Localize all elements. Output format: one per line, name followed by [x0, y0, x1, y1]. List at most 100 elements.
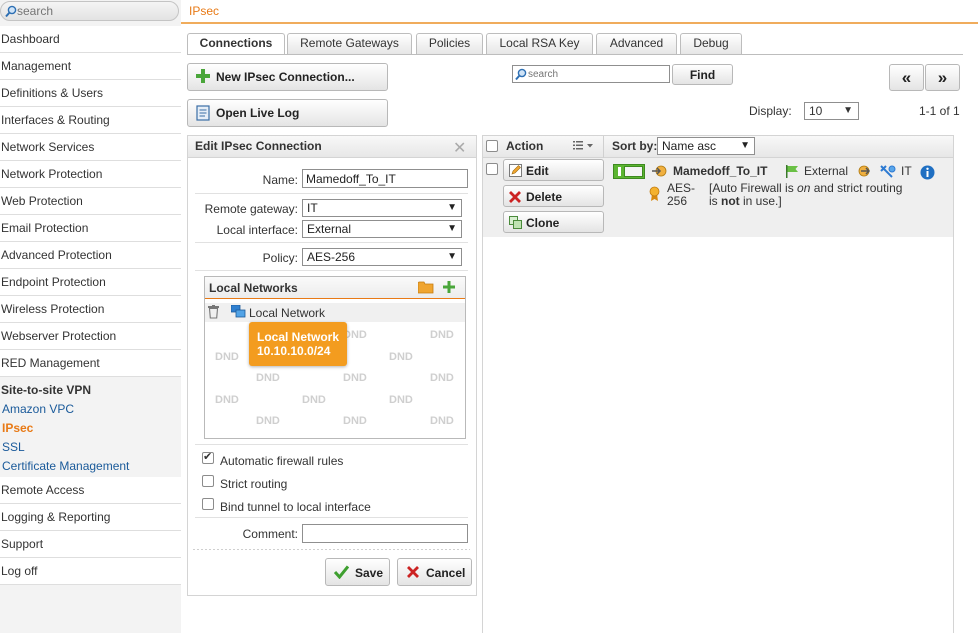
comment-field[interactable] — [302, 524, 468, 543]
edit-label: Edit — [526, 164, 549, 178]
delete-button[interactable]: Delete — [503, 185, 604, 207]
sort-select[interactable]: Name asc ▼ — [657, 137, 755, 155]
new-ipsec-connection-button[interactable]: New IPsec Connection... — [187, 63, 388, 91]
sidebar-item-endpoint-protection[interactable]: Endpoint Protection — [0, 269, 181, 296]
new-ipsec-connection-label: New IPsec Connection... — [216, 70, 355, 84]
sidebar-subitem-ipsec[interactable]: IPsec — [0, 419, 181, 438]
page-range: 1-1 of 1 — [919, 104, 960, 118]
close-icon[interactable]: ✕ — [453, 138, 466, 158]
connection-note: [Auto Firewall is on and strict routing … — [709, 182, 902, 208]
action-header: Action — [506, 139, 544, 153]
sidebar-item-wireless-protection[interactable]: Wireless Protection — [0, 296, 181, 323]
sidebar-item-email-protection[interactable]: Email Protection — [0, 215, 181, 242]
header-divider — [603, 136, 604, 158]
name-field[interactable] — [302, 169, 468, 188]
sidebar-item-web-protection[interactable]: Web Protection — [0, 188, 181, 215]
checkmark-icon — [333, 565, 350, 582]
cancel-button[interactable]: Cancel — [397, 558, 472, 586]
sidebar-item-management[interactable]: Management — [0, 53, 181, 80]
sidebar-item-red-management[interactable]: RED Management — [0, 350, 181, 377]
sidebar-item-log-off[interactable]: Log off — [0, 558, 181, 585]
divider — [195, 517, 468, 518]
tooltip-network-name: Local Network — [257, 330, 340, 344]
tab-policies[interactable]: Policies — [416, 33, 483, 54]
clone-icon — [509, 216, 522, 232]
delete-icon — [509, 191, 521, 206]
gateway-name: IT — [901, 164, 912, 178]
local-network-item-label: Local Network — [249, 306, 326, 320]
sidebar-item-network-services[interactable]: Network Services — [0, 134, 181, 161]
search-icon — [5, 5, 17, 21]
sidebar-search-input[interactable] — [17, 3, 167, 19]
interface-icon — [785, 165, 799, 181]
sidebar-item-logging-and-reporting[interactable]: Logging & Reporting — [0, 504, 181, 531]
close-icon — [407, 566, 419, 581]
dnd-placeholder: DND — [302, 394, 326, 406]
sidebar-item-interfaces-and-routing[interactable]: Interfaces & Routing — [0, 107, 181, 134]
open-live-log-button[interactable]: Open Live Log — [187, 99, 388, 127]
dropdown-arrow-icon: ▼ — [447, 202, 457, 213]
save-label: Save — [355, 566, 384, 580]
prev-page-button[interactable]: « — [889, 64, 924, 91]
sidebar-item-remote-access[interactable]: Remote Access — [0, 477, 181, 504]
connection-search-input[interactable] — [528, 67, 666, 81]
sidebar-item-advanced-protection[interactable]: Advanced Protection — [0, 242, 181, 269]
tab-advanced[interactable]: Advanced — [596, 33, 677, 54]
auto-firewall-checkbox[interactable] — [202, 450, 214, 464]
save-button[interactable]: Save — [325, 558, 390, 586]
remote-gateway-select[interactable]: IT ▼ — [302, 199, 462, 217]
display-count-value: 10 — [809, 104, 823, 118]
display-count-select[interactable]: 10 ▼ — [804, 102, 859, 120]
policy-label: Policy: — [262, 251, 298, 265]
trash-icon[interactable] — [208, 305, 219, 322]
divider — [195, 270, 468, 271]
dnd-placeholder: DND — [430, 329, 454, 341]
tab-connections[interactable]: Connections — [187, 33, 285, 55]
strict-routing-checkbox[interactable] — [202, 475, 214, 487]
select-all-checkbox[interactable] — [486, 140, 498, 152]
enable-toggle[interactable] — [613, 164, 645, 179]
sidebar-item-definitions-and-users[interactable]: Definitions & Users — [0, 80, 181, 107]
connection-name[interactable]: Mamedoff_To_IT — [673, 164, 767, 178]
clone-button[interactable]: Clone — [503, 211, 604, 233]
dnd-placeholder: DND — [389, 351, 413, 363]
next-page-button[interactable]: » — [925, 64, 960, 91]
sidebar-item-network-protection[interactable]: Network Protection — [0, 161, 181, 188]
tab-remote-gateways[interactable]: Remote Gateways — [287, 33, 412, 54]
bind-tunnel-checkbox[interactable] — [202, 498, 214, 510]
header-divider — [181, 22, 978, 24]
edit-button[interactable]: Edit — [503, 159, 604, 181]
sidebar-subitem-certificate-management[interactable]: Certificate Management — [0, 457, 181, 476]
sidebar-search[interactable] — [0, 1, 179, 21]
tab-local-rsa-key[interactable]: Local RSA Key — [486, 33, 593, 54]
folder-icon[interactable] — [417, 281, 434, 297]
sidebar-item-support[interactable]: Support — [0, 531, 181, 558]
divider — [195, 242, 468, 243]
note-is: is — [709, 194, 721, 208]
sidebar-item-dashboard[interactable]: Dashboard — [0, 26, 181, 53]
local-network-tooltip: Local Network 10.10.10.0/24 — [249, 322, 347, 366]
sidebar-subitem-amazon-vpc[interactable]: Amazon VPC — [0, 400, 181, 419]
info-icon[interactable] — [920, 165, 935, 183]
dnd-placeholder: DND — [343, 372, 367, 384]
find-button[interactable]: Find — [672, 64, 733, 85]
policy-select[interactable]: AES-256 ▼ — [302, 248, 462, 266]
open-live-log-label: Open Live Log — [216, 106, 300, 120]
sidebar-subitem-ssl[interactable]: SSL — [0, 438, 181, 457]
tab-debug[interactable]: Debug — [680, 33, 742, 54]
interface-name: External — [804, 164, 849, 178]
row-select-checkbox[interactable] — [486, 163, 498, 175]
sidebar-item-webserver-protection[interactable]: Webserver Protection — [0, 323, 181, 350]
dnd-placeholder: DND — [343, 415, 367, 427]
sort-value: Name asc — [662, 139, 717, 153]
add-network-icon[interactable] — [443, 281, 455, 296]
local-interface-select[interactable]: External ▼ — [302, 220, 462, 238]
strict-routing-label: Strict routing — [220, 477, 288, 491]
dnd-placeholder: DND — [430, 372, 454, 384]
divider — [195, 444, 468, 445]
cancel-label: Cancel — [426, 566, 466, 580]
connection-search[interactable] — [512, 65, 670, 83]
column-menu-icon[interactable] — [573, 140, 595, 154]
display-label: Display: — [749, 104, 792, 118]
policy-text: AES- 256 — [667, 182, 695, 208]
